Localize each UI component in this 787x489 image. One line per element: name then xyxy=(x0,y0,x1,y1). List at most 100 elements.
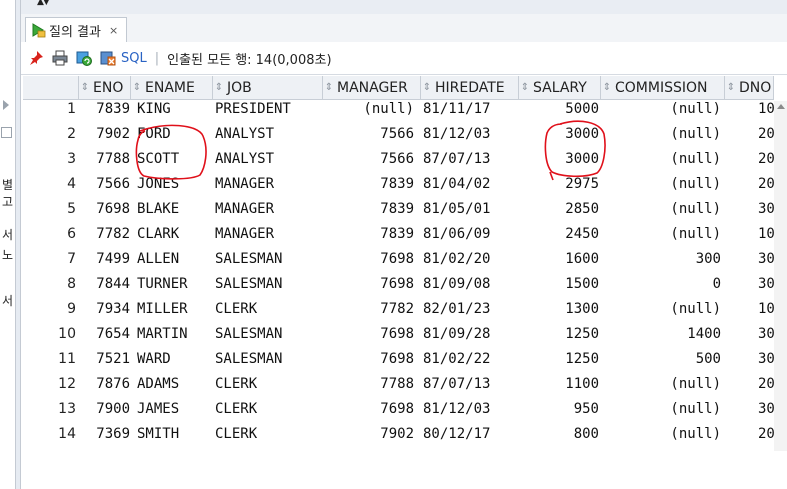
sort-icon[interactable]: ⇕ xyxy=(79,82,91,93)
cell-commission[interactable]: 300 xyxy=(601,251,721,267)
cell-hiredate[interactable]: 81/09/08 xyxy=(423,276,515,292)
cell-hiredate[interactable]: 81/11/17 xyxy=(423,101,515,117)
row-number[interactable]: 1 xyxy=(23,101,76,117)
cell-eno[interactable]: 7788 xyxy=(88,151,130,167)
cell-ename[interactable]: MARTIN xyxy=(137,326,211,342)
cell-job[interactable]: CLERK xyxy=(215,376,319,392)
row-number[interactable]: 12 xyxy=(23,376,76,392)
cell-commission[interactable]: (null) xyxy=(601,126,721,142)
sql-button[interactable]: SQL xyxy=(121,51,147,66)
cell-job[interactable]: CLERK xyxy=(215,301,319,317)
cell-manager[interactable]: 7782 xyxy=(323,301,414,317)
cell-job[interactable]: ANALYST xyxy=(215,151,319,167)
cell-eno[interactable]: 7839 xyxy=(88,101,130,117)
cell-hiredate[interactable]: 82/01/23 xyxy=(423,301,515,317)
sort-icon[interactable]: ⇕ xyxy=(725,82,737,93)
cell-dno[interactable]: 30 xyxy=(758,351,775,367)
cell-eno[interactable]: 7876 xyxy=(88,376,130,392)
sort-icon[interactable]: ⇕ xyxy=(601,82,613,93)
cell-manager[interactable]: 7566 xyxy=(323,151,414,167)
column-header-job[interactable]: ⇕ JOB xyxy=(213,76,323,100)
cell-dno[interactable]: 30 xyxy=(758,251,775,267)
sort-icon[interactable]: ⇕ xyxy=(213,82,225,93)
cell-salary[interactable]: 5000 xyxy=(519,101,599,117)
export-icon[interactable] xyxy=(99,49,117,67)
tab-query-result[interactable]: 질의 결과 × xyxy=(25,17,128,42)
cell-hiredate[interactable]: 81/12/03 xyxy=(423,126,515,142)
row-number[interactable]: 3 xyxy=(23,151,76,167)
cell-ename[interactable]: CLARK xyxy=(137,226,211,242)
cell-ename[interactable]: JAMES xyxy=(137,401,211,417)
cell-commission[interactable]: (null) xyxy=(601,201,721,217)
cell-dno[interactable]: 20 xyxy=(758,426,775,442)
cell-salary[interactable]: 3000 xyxy=(519,126,599,142)
cell-job[interactable]: ANALYST xyxy=(215,126,319,142)
cell-job[interactable]: SALESMAN xyxy=(215,351,319,367)
sort-icon[interactable]: ⇕ xyxy=(131,82,143,93)
cell-ename[interactable]: TURNER xyxy=(137,276,211,292)
cell-hiredate[interactable]: 81/09/28 xyxy=(423,326,515,342)
cell-eno[interactable]: 7844 xyxy=(88,276,130,292)
cell-commission[interactable]: (null) xyxy=(601,226,721,242)
cell-commission[interactable]: (null) xyxy=(601,401,721,417)
cell-commission[interactable]: (null) xyxy=(601,151,721,167)
cell-eno[interactable]: 7782 xyxy=(88,226,130,242)
sort-icon[interactable]: ⇕ xyxy=(323,82,335,93)
cell-dno[interactable]: 20 xyxy=(758,376,775,392)
cell-ename[interactable]: FORD xyxy=(137,126,211,142)
cell-hiredate[interactable]: 81/05/01 xyxy=(423,201,515,217)
cell-job[interactable]: MANAGER xyxy=(215,201,319,217)
cell-hiredate[interactable]: 80/12/17 xyxy=(423,426,515,442)
cell-hiredate[interactable]: 81/12/03 xyxy=(423,401,515,417)
cell-dno[interactable]: 30 xyxy=(758,201,775,217)
cell-job[interactable]: CLERK xyxy=(215,401,319,417)
cell-job[interactable]: SALESMAN xyxy=(215,326,319,342)
cell-eno[interactable]: 7521 xyxy=(88,351,130,367)
cell-salary[interactable]: 800 xyxy=(519,426,599,442)
column-header-eno[interactable]: ⇕ ENO xyxy=(79,76,131,100)
vertical-scrollbar[interactable] xyxy=(774,101,787,451)
cell-salary[interactable]: 1300 xyxy=(519,301,599,317)
cell-manager[interactable]: 7698 xyxy=(323,351,414,367)
cell-manager[interactable]: 7839 xyxy=(323,176,414,192)
scroll-up-icon[interactable] xyxy=(777,104,785,109)
cell-dno[interactable]: 20 xyxy=(758,176,775,192)
row-number[interactable]: 9 xyxy=(23,301,76,317)
row-number[interactable]: 10 xyxy=(23,326,76,342)
cell-eno[interactable]: 7698 xyxy=(88,201,130,217)
cell-salary[interactable]: 3000 xyxy=(519,151,599,167)
cell-hiredate[interactable]: 87/07/13 xyxy=(423,151,515,167)
cell-salary[interactable]: 1500 xyxy=(519,276,599,292)
column-header-salary[interactable]: ⇕ SALARY xyxy=(519,76,601,100)
cell-commission[interactable]: 500 xyxy=(601,351,721,367)
cell-salary[interactable]: 1100 xyxy=(519,376,599,392)
cell-dno[interactable]: 10 xyxy=(758,101,775,117)
cell-job[interactable]: CLERK xyxy=(215,426,319,442)
cell-commission[interactable]: (null) xyxy=(601,301,721,317)
cell-hiredate[interactable]: 81/04/02 xyxy=(423,176,515,192)
cell-ename[interactable]: SMITH xyxy=(137,426,211,442)
cell-eno[interactable]: 7369 xyxy=(88,426,130,442)
cell-eno[interactable]: 7654 xyxy=(88,326,130,342)
cell-hiredate[interactable]: 87/07/13 xyxy=(423,376,515,392)
cell-dno[interactable]: 20 xyxy=(758,126,775,142)
row-number[interactable]: 4 xyxy=(23,176,76,192)
cell-salary[interactable]: 1600 xyxy=(519,251,599,267)
cell-manager[interactable]: 7698 xyxy=(323,326,414,342)
cell-ename[interactable]: ADAMS xyxy=(137,376,211,392)
cell-manager[interactable]: 7839 xyxy=(323,201,414,217)
cell-dno[interactable]: 10 xyxy=(758,226,775,242)
cell-ename[interactable]: BLAKE xyxy=(137,201,211,217)
cell-salary[interactable]: 950 xyxy=(519,401,599,417)
cell-dno[interactable]: 10 xyxy=(758,301,775,317)
cell-eno[interactable]: 7934 xyxy=(88,301,130,317)
cell-salary[interactable]: 2975 xyxy=(519,176,599,192)
cell-manager[interactable]: (null) xyxy=(323,101,414,117)
row-number[interactable]: 2 xyxy=(23,126,76,142)
cell-manager[interactable]: 7698 xyxy=(323,251,414,267)
cell-ename[interactable]: WARD xyxy=(137,351,211,367)
cell-eno[interactable]: 7499 xyxy=(88,251,130,267)
cell-ename[interactable]: JONES xyxy=(137,176,211,192)
sort-icon[interactable]: ⇕ xyxy=(519,82,531,93)
cell-commission[interactable]: (null) xyxy=(601,376,721,392)
